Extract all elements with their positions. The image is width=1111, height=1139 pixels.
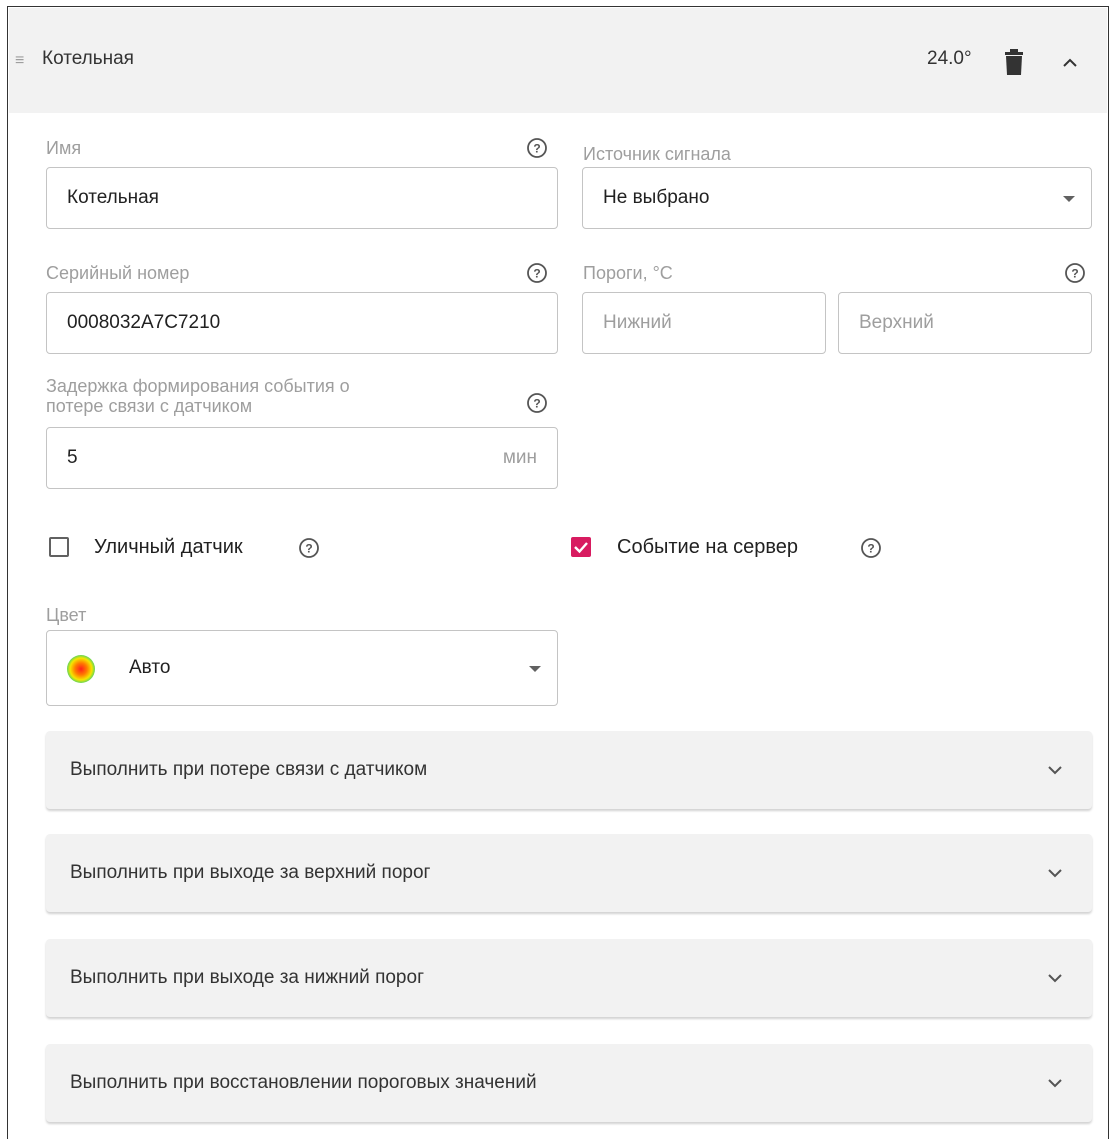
lower-threshold-input[interactable]: Нижний (582, 292, 826, 354)
name-label: Имя (46, 138, 82, 158)
signal-source-label: Источник сигнала (583, 144, 731, 164)
delay-label-line1: Задержка формирования события о (46, 376, 350, 396)
help-circle-icon[interactable]: ? (298, 537, 320, 559)
panel-title: Выполнить при выходе за верхний порог (70, 862, 431, 883)
serial-value: 0008032A7C7210 (67, 312, 221, 333)
chevron-down-icon (1048, 1079, 1062, 1088)
caret-down-icon (1063, 196, 1075, 202)
chevron-down-icon (1048, 869, 1062, 878)
sensor-card: ≡ Котельная 24.0° Имя ? Котельная Источн… (7, 6, 1109, 1139)
svg-text:?: ? (533, 267, 540, 281)
panel-connection-loss[interactable]: Выполнить при потере связи с датчиком (46, 731, 1092, 809)
check-icon (574, 542, 588, 554)
name-value: Котельная (67, 187, 159, 208)
name-field[interactable]: Котельная (46, 167, 558, 229)
trash-icon[interactable] (1003, 49, 1025, 75)
signal-source-value: Не выбрано (603, 187, 710, 208)
panel-lower-threshold[interactable]: Выполнить при выходе за нижний порог (46, 939, 1092, 1017)
help-circle-icon[interactable]: ? (526, 262, 548, 284)
panel-upper-threshold[interactable]: Выполнить при выходе за верхний порог (46, 834, 1092, 912)
panel-title: Выполнить при потере связи с датчиком (70, 759, 428, 780)
color-swatch (67, 655, 95, 683)
outdoor-sensor-checkbox[interactable] (49, 537, 69, 557)
color-label: Цвет (46, 605, 87, 625)
svg-text:?: ? (305, 542, 312, 556)
sensor-title: Котельная (42, 48, 134, 69)
lower-threshold-placeholder: Нижний (603, 312, 672, 333)
outdoor-sensor-label[interactable]: Уличный датчик (94, 536, 243, 559)
signal-source-select[interactable]: Не выбрано (582, 167, 1092, 229)
sensor-header[interactable]: ≡ Котельная 24.0° (9, 8, 1107, 113)
panel-title: Выполнить при восстановлении пороговых з… (70, 1072, 537, 1093)
panel-title: Выполнить при выходе за нижний порог (70, 967, 424, 988)
svg-text:?: ? (533, 397, 540, 411)
svg-text:?: ? (1071, 267, 1078, 281)
help-circle-icon[interactable]: ? (860, 537, 882, 559)
delay-value: 5 (67, 447, 78, 468)
upper-threshold-placeholder: Верхний (859, 312, 934, 333)
color-value: Авто (129, 657, 171, 678)
color-select[interactable]: Авто (46, 630, 558, 706)
chevron-down-icon (1048, 974, 1062, 983)
serial-field[interactable]: 0008032A7C7210 (46, 292, 558, 354)
server-event-checkbox[interactable] (571, 537, 591, 557)
server-event-label[interactable]: Событие на сервер (617, 536, 798, 559)
upper-threshold-input[interactable]: Верхний (838, 292, 1092, 354)
chevron-down-icon (1048, 766, 1062, 775)
temperature-value: 24.0° (927, 48, 972, 69)
delay-label-line2: потере связи с датчиком (46, 396, 253, 416)
caret-down-icon (529, 666, 541, 672)
delay-unit: мин (502, 447, 537, 468)
help-circle-icon[interactable]: ? (526, 137, 548, 159)
serial-label: Серийный номер (46, 263, 190, 283)
thresholds-label: Пороги, °C (583, 263, 673, 283)
help-circle-icon[interactable]: ? (526, 392, 548, 414)
chevron-up-icon[interactable] (1061, 54, 1079, 72)
drag-handle-icon[interactable]: ≡ (15, 52, 24, 70)
svg-text:?: ? (533, 142, 540, 156)
svg-text:?: ? (867, 542, 874, 556)
help-circle-icon[interactable]: ? (1064, 262, 1086, 284)
panel-threshold-restore[interactable]: Выполнить при восстановлении пороговых з… (46, 1044, 1092, 1122)
delay-field[interactable]: 5 мин (46, 427, 558, 489)
